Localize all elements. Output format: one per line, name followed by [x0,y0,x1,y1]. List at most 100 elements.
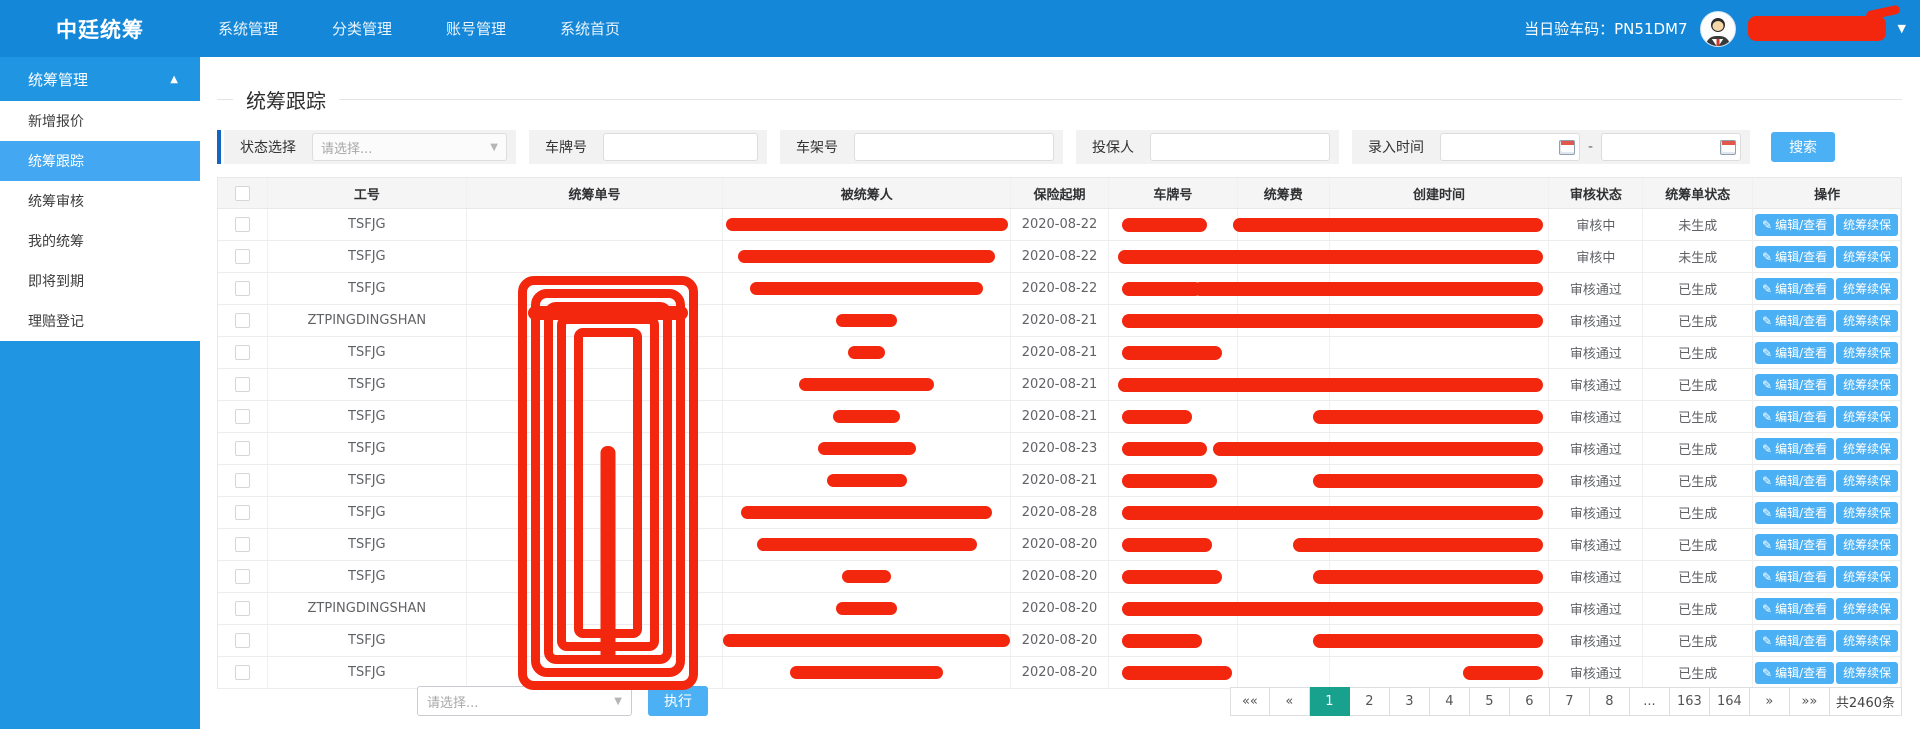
row-checkbox[interactable] [235,249,250,264]
sidebar-item-我的统筹[interactable]: 我的统筹 [0,221,200,261]
renew-button[interactable]: 统筹续保 [1836,598,1898,620]
page-button-163[interactable]: 163 [1670,687,1710,716]
sidebar-item-即将到期[interactable]: 即将到期 [0,261,200,301]
edit-view-button[interactable]: ✎编辑/查看 [1755,310,1834,332]
row-checkbox[interactable] [235,473,250,488]
renew-button[interactable]: 统筹续保 [1836,310,1898,332]
user-menu-caret-icon[interactable]: ▼ [1898,22,1906,35]
edit-view-button[interactable]: ✎编辑/查看 [1755,534,1834,556]
row-checkbox[interactable] [235,377,250,392]
vin-input[interactable] [854,133,1054,161]
nav-item[interactable]: 账号管理 [446,18,506,39]
renew-button[interactable]: 统筹续保 [1836,214,1898,236]
page-button-5[interactable]: 5 [1470,687,1510,716]
renew-button[interactable]: 统筹续保 [1836,566,1898,588]
renew-button[interactable]: 统筹续保 [1836,278,1898,300]
row-checkbox[interactable] [235,665,250,680]
page-button-1[interactable]: 1 [1310,687,1350,716]
select-all-checkbox[interactable] [235,186,250,201]
row-checkbox[interactable] [235,537,250,552]
edit-view-button[interactable]: ✎编辑/查看 [1755,342,1834,364]
redaction-bar [723,634,1010,647]
sidebar-section-overall-management[interactable]: 统筹管理 ▲ [0,57,200,101]
table-cell: 未生成 [1643,209,1753,240]
edit-view-button[interactable]: ✎编辑/查看 [1755,406,1834,428]
nav-item[interactable]: 分类管理 [332,18,392,39]
redaction-bar [1122,666,1232,680]
nav-item[interactable]: 系统首页 [560,18,620,39]
renew-button[interactable]: 统筹续保 [1836,406,1898,428]
redacted-username[interactable] [1748,16,1886,41]
plate-input[interactable] [603,133,758,161]
edit-view-button[interactable]: ✎编辑/查看 [1755,598,1834,620]
total-count: 共2460条 [1830,687,1902,716]
status-select[interactable]: 请选择... ▼ [312,133,507,161]
renew-button[interactable]: 统筹续保 [1836,662,1898,684]
insured-input[interactable] [1150,133,1330,161]
page-button-8[interactable]: 8 [1590,687,1630,716]
row-checkbox[interactable] [235,345,250,360]
page-button-»[interactable]: » [1750,687,1790,716]
row-checkbox[interactable] [235,633,250,648]
table-cell [723,433,1011,464]
edit-view-button[interactable]: ✎编辑/查看 [1755,374,1834,396]
renew-button[interactable]: 统筹续保 [1836,246,1898,268]
page-button-4[interactable]: 4 [1430,687,1470,716]
row-checkbox[interactable] [235,281,250,296]
search-button[interactable]: 搜索 [1771,132,1835,162]
table-row: TSFJG2020-08-20审核通过已生成✎编辑/查看统筹续保 [218,657,1901,689]
row-checkbox[interactable] [235,409,250,424]
renew-button[interactable]: 统筹续保 [1836,438,1898,460]
page-button-2[interactable]: 2 [1350,687,1390,716]
edit-view-button[interactable]: ✎编辑/查看 [1755,502,1834,524]
page-button-7[interactable]: 7 [1550,687,1590,716]
row-checkbox[interactable] [235,217,250,232]
table-row: TSFJG2020-08-21审核通过已生成✎编辑/查看统筹续保 [218,369,1901,401]
table-cell: 审核通过 [1549,369,1643,400]
row-checkbox[interactable] [235,569,250,584]
calendar-icon[interactable] [1720,140,1736,155]
user-avatar-icon[interactable] [1700,11,1736,47]
table-cell: 审核通过 [1549,337,1643,368]
execute-button[interactable]: 执行 [648,686,708,716]
table-cell [467,209,724,240]
sidebar-item-统筹审核[interactable]: 统筹审核 [0,181,200,221]
page-button-3[interactable]: 3 [1390,687,1430,716]
row-checkbox[interactable] [235,313,250,328]
table-cell: TSFJG [268,561,467,592]
edit-view-button[interactable]: ✎编辑/查看 [1755,214,1834,236]
renew-button[interactable]: 统筹续保 [1836,534,1898,556]
row-checkbox[interactable] [235,505,250,520]
table-cell: 2020-08-20 [1011,625,1109,656]
collapse-up-icon[interactable]: ▲ [170,74,178,85]
page-button-««[interactable]: «« [1230,687,1270,716]
sidebar-item-新增报价[interactable]: 新增报价 [0,101,200,141]
table-cell [218,433,268,464]
edit-view-button[interactable]: ✎编辑/查看 [1755,630,1834,652]
edit-view-button[interactable]: ✎编辑/查看 [1755,246,1834,268]
renew-button[interactable]: 统筹续保 [1836,470,1898,492]
table-cell [467,369,724,400]
renew-button[interactable]: 统筹续保 [1836,374,1898,396]
table-cell [467,401,724,432]
edit-view-button[interactable]: ✎编辑/查看 [1755,566,1834,588]
renew-button[interactable]: 统筹续保 [1836,502,1898,524]
page-button-...[interactable]: ... [1630,687,1670,716]
page-button-6[interactable]: 6 [1510,687,1550,716]
row-checkbox[interactable] [235,601,250,616]
nav-item[interactable]: 系统管理 [218,18,278,39]
page-button-164[interactable]: 164 [1710,687,1750,716]
sidebar-item-理赔登记[interactable]: 理赔登记 [0,301,200,341]
calendar-icon[interactable] [1559,140,1575,155]
sidebar-item-统筹跟踪[interactable]: 统筹跟踪 [0,141,200,181]
edit-view-button[interactable]: ✎编辑/查看 [1755,470,1834,492]
batch-action-select[interactable]: 请选择... ▼ [417,686,632,716]
page-button-«[interactable]: « [1270,687,1310,716]
row-checkbox[interactable] [235,441,250,456]
page-button-»»[interactable]: »» [1790,687,1830,716]
edit-view-button[interactable]: ✎编辑/查看 [1755,662,1834,684]
edit-view-button[interactable]: ✎编辑/查看 [1755,278,1834,300]
renew-button[interactable]: 统筹续保 [1836,630,1898,652]
edit-view-button[interactable]: ✎编辑/查看 [1755,438,1834,460]
renew-button[interactable]: 统筹续保 [1836,342,1898,364]
